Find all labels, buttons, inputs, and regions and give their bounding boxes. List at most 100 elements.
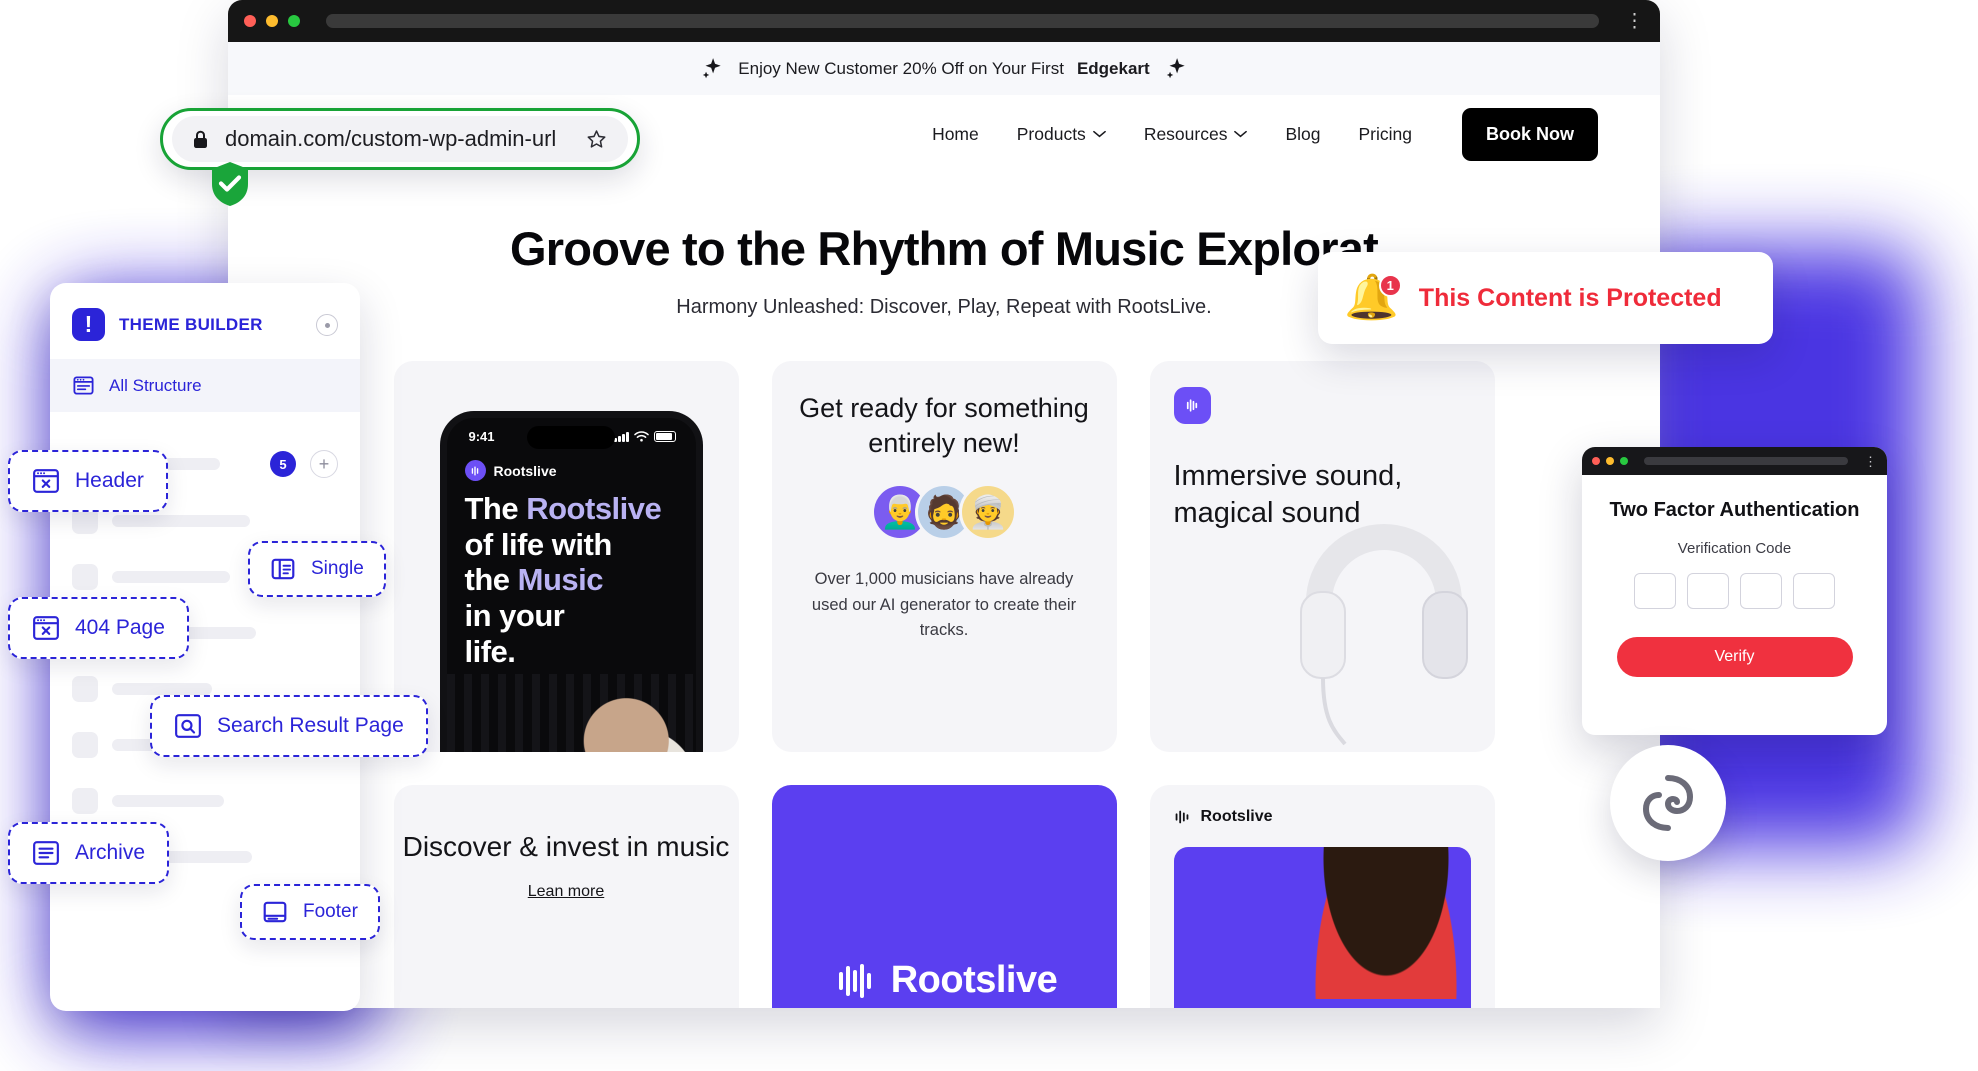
chip-footer[interactable]: Footer — [240, 884, 380, 940]
notification-badge: 1 — [1379, 274, 1402, 297]
promo-brand: Edgekart — [1077, 59, 1150, 79]
star-icon[interactable] — [585, 128, 608, 151]
sidebar-item-all-structure[interactable]: All Structure — [50, 359, 360, 412]
url-input-wrapper[interactable]: domain.com/custom-wp-admin-url — [172, 116, 628, 162]
card-discover-invest: Discover & invest in music Lean more — [394, 785, 739, 1008]
headline-part: the — [465, 562, 518, 597]
list-item-icon — [72, 564, 98, 590]
lean-more-link[interactable]: Lean more — [528, 883, 605, 901]
sound-wave-icon — [831, 958, 877, 1004]
window-close-dot[interactable] — [1592, 457, 1600, 465]
card-immersive-sound: Immersive sound, magical sound — [1150, 361, 1495, 752]
rootslive-label: Rootslive — [891, 959, 1058, 1002]
headline-part: life. — [465, 634, 682, 670]
code-input-3[interactable] — [1740, 573, 1782, 609]
url-input[interactable]: domain.com/custom-wp-admin-url — [225, 126, 569, 152]
cloudflare-shield-icon — [1610, 745, 1726, 861]
list-item-icon — [72, 732, 98, 758]
status-icons — [614, 431, 676, 442]
archive-icon — [32, 839, 60, 867]
card-rootslive-brand: Rootslive — [772, 785, 1117, 1008]
nav-label: Pricing — [1359, 124, 1413, 145]
chip-label: Single — [311, 558, 364, 580]
card-get-ready: Get ready for something entirely new! 👨‍… — [772, 361, 1117, 752]
nav-item-resources[interactable]: Resources — [1144, 124, 1248, 145]
wifi-icon — [634, 431, 649, 442]
sparkle-icon — [699, 56, 725, 82]
sound-wave-icon — [1174, 387, 1211, 424]
tfa-title: Two Factor Authentication — [1604, 499, 1865, 522]
chip-archive[interactable]: Archive — [8, 822, 169, 884]
code-input-1[interactable] — [1634, 573, 1676, 609]
window-close-dot[interactable] — [244, 15, 256, 27]
list-item-icon — [72, 676, 98, 702]
circle-dot-icon[interactable] — [316, 314, 338, 336]
promo-text: Enjoy New Customer 20% Off on Your First — [738, 59, 1064, 79]
chevron-down-icon — [1234, 130, 1247, 138]
window-maximize-dot[interactable] — [288, 15, 300, 27]
tfa-body: Two Factor Authentication Verification C… — [1582, 475, 1887, 677]
phone-brand-label: Rootslive — [494, 463, 557, 479]
headline-part: in your — [465, 598, 682, 634]
chip-search-result-page[interactable]: Search Result Page — [150, 695, 428, 757]
signal-icon — [614, 432, 629, 442]
code-input-4[interactable] — [1793, 573, 1835, 609]
window-x-icon — [32, 614, 60, 642]
nav-label: Products — [1017, 124, 1086, 145]
chip-single[interactable]: Single — [248, 541, 386, 597]
chip-label: Archive — [75, 841, 145, 865]
chip-404-page[interactable]: 404 Page — [8, 597, 189, 659]
shield-check-icon — [208, 160, 252, 208]
immersive-content: Immersive sound, magical sound — [1150, 361, 1495, 752]
sparkle-icon — [1163, 56, 1189, 82]
code-input-2[interactable] — [1687, 573, 1729, 609]
phone-photo — [447, 674, 696, 752]
chip-label: Header — [75, 469, 144, 493]
list-item-bar — [112, 515, 250, 527]
tfa-titlebar: ⋮ — [1582, 447, 1887, 475]
chip-label: Search Result Page — [217, 714, 404, 738]
nav-item-home[interactable]: Home — [932, 124, 979, 145]
avatar: 👳 — [959, 483, 1017, 541]
list-item[interactable] — [72, 788, 338, 814]
phone-mockup: 9:41 — [440, 411, 703, 752]
plus-icon[interactable]: + — [310, 450, 338, 478]
tfa-address-strip[interactable] — [1644, 457, 1848, 465]
get-ready-title: Get ready for something entirely new! — [798, 391, 1091, 461]
footer-icon — [262, 899, 288, 925]
exclamation-icon: ! — [72, 308, 105, 341]
nav-item-products[interactable]: Products — [1017, 124, 1106, 145]
phone-brand: Rootslive — [447, 444, 696, 481]
kebab-menu-icon[interactable]: ⋮ — [1625, 12, 1644, 31]
card-music-player: Rootslive — [1150, 785, 1495, 1008]
sound-wave-icon — [1172, 807, 1192, 827]
window-minimize-dot[interactable] — [1606, 457, 1614, 465]
browser-address-strip[interactable] — [326, 14, 1599, 28]
two-factor-window: ⋮ Two Factor Authentication Verification… — [1582, 447, 1887, 735]
window-minimize-dot[interactable] — [266, 15, 278, 27]
window-maximize-dot[interactable] — [1620, 457, 1628, 465]
search-icon — [174, 712, 202, 740]
bell-icon: 🔔1 — [1344, 276, 1399, 320]
chip-header[interactable]: Header — [8, 450, 168, 512]
battery-icon — [654, 431, 676, 442]
verify-button[interactable]: Verify — [1617, 637, 1853, 677]
all-structure-label: All Structure — [109, 376, 202, 396]
get-ready-content: Get ready for something entirely new! 👨‍… — [772, 361, 1117, 644]
list-item-bar — [112, 683, 212, 695]
book-now-button[interactable]: Book Now — [1462, 108, 1598, 161]
phone-headline: The Rootslive of life with the Music in … — [447, 481, 696, 669]
list-item-icon — [72, 788, 98, 814]
discover-title: Discover & invest in music — [394, 829, 739, 865]
player-content: Rootslive — [1150, 785, 1495, 827]
player-photo — [1311, 847, 1461, 999]
theme-builder-header: ! THEME BUILDER — [50, 283, 360, 359]
get-ready-body: Over 1,000 musicians have already used o… — [798, 567, 1091, 644]
kebab-menu-icon[interactable]: ⋮ — [1864, 455, 1877, 468]
avatar-group: 👨‍🦳 🧔 👳 — [798, 483, 1091, 541]
nav-item-pricing[interactable]: Pricing — [1359, 124, 1413, 145]
player-artwork — [1174, 847, 1471, 1008]
chevron-down-icon — [1093, 130, 1106, 138]
nav-item-blog[interactable]: Blog — [1285, 124, 1320, 145]
single-page-icon — [270, 556, 296, 582]
